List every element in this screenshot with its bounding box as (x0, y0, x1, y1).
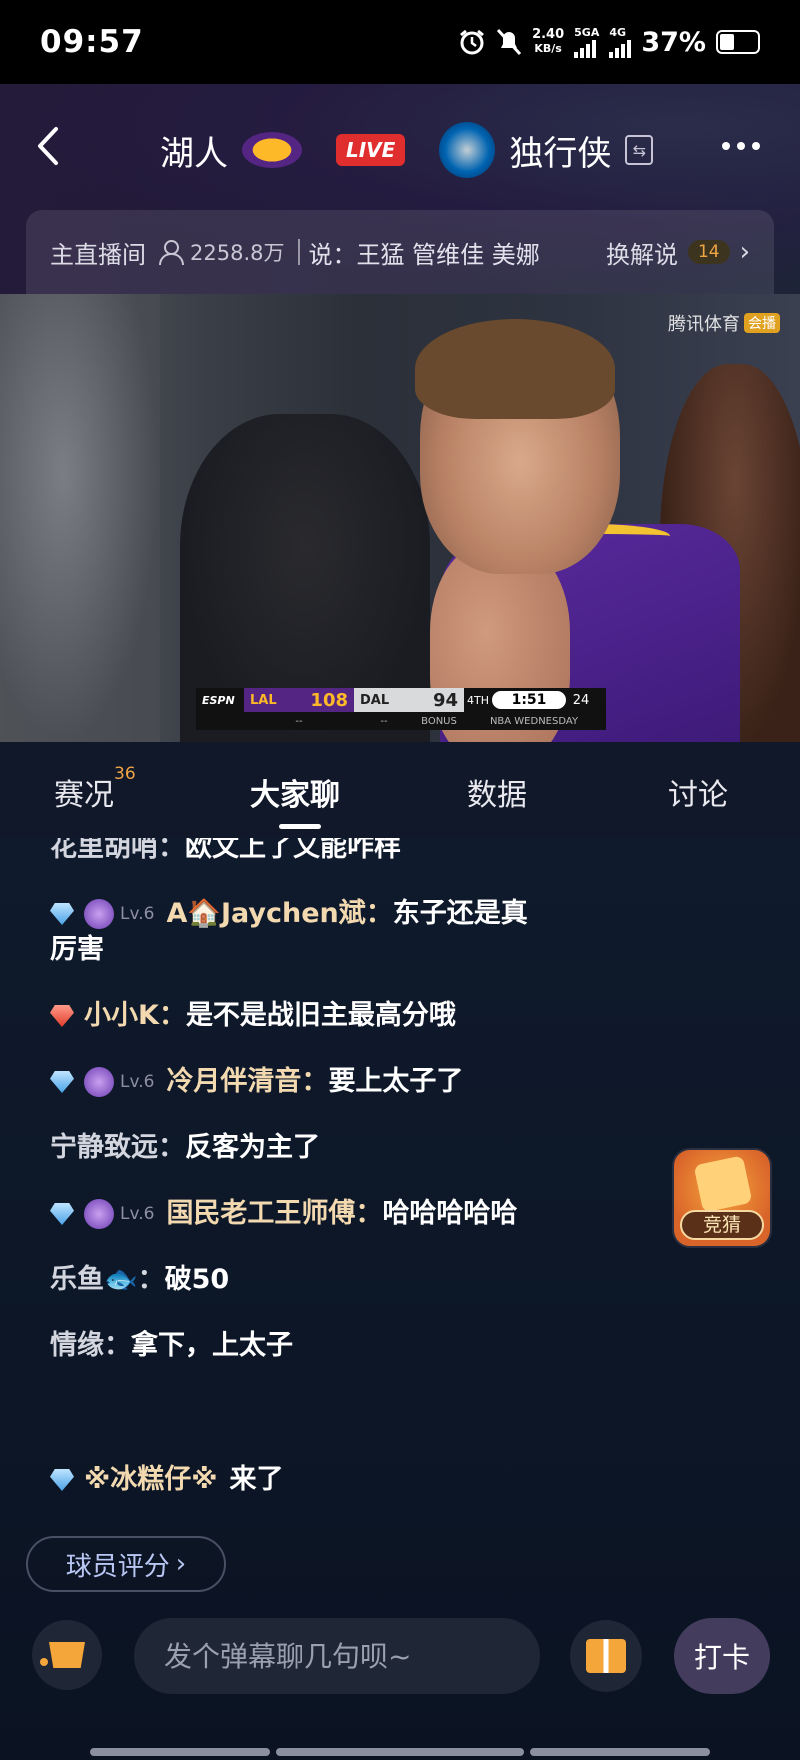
tab-stats[interactable]: 数据 (467, 770, 527, 814)
danmaku-input[interactable] (134, 1618, 540, 1694)
quarter-label: 4TH (467, 693, 489, 707)
gesture-bar (530, 1748, 710, 1756)
home-score-box: LAL 108 (244, 688, 354, 712)
gift-icon (586, 1639, 626, 1673)
guess-label: 竞猜 (680, 1210, 764, 1240)
chat-message: Lv.6 A🏠Jaychen斌： 东子还是真 (50, 896, 528, 932)
player-rating-button[interactable]: 球员评分 › (26, 1536, 226, 1592)
chat-message: 乐鱼🐟： 破50 (50, 1264, 230, 1295)
match-header: 湖人 LIVE 独行侠 ⇆ 主直播间 2258.8万 说：王猛 管维佳 美娜 换… (0, 84, 800, 294)
shot-clock: 24 (572, 692, 590, 708)
app-root: 09:57 2.40 KB/s 5GA 4G 37% 湖人 LIVE 独行侠 ⇆… (0, 0, 800, 1760)
signal-icon (609, 38, 632, 58)
mavericks-logo-icon (439, 122, 496, 178)
away-score-box: DAL 94 (354, 688, 464, 712)
status-icons: 2.40 KB/s 5GA 4G 37% (458, 27, 760, 58)
chat-message-continuation: 厉害 (50, 934, 104, 965)
user-icon (158, 240, 184, 265)
chat-message: 小小K： 是不是战旧主最高分哦 (50, 998, 456, 1034)
switch-view-icon[interactable]: ⇆ (625, 135, 654, 165)
battery-icon (716, 30, 760, 54)
chat-message: 情缘： 拿下，上太子 (50, 1330, 293, 1361)
dice-icon (693, 1155, 753, 1213)
network-label: ESPN (202, 693, 235, 707)
chat-join-notice: ※冰糕仔※ 来了 (50, 1462, 284, 1498)
battery-percent: 37% (641, 26, 706, 58)
tab-chat[interactable]: 大家聊 (250, 770, 340, 814)
gesture-bar (90, 1748, 270, 1756)
tab-discussion[interactable]: 讨论 (668, 770, 728, 814)
diamond-icon (50, 903, 74, 925)
video-background (0, 294, 160, 742)
live-badge: LIVE (336, 134, 406, 166)
chat-message: 宁静致远： 反客为主了 (50, 1132, 320, 1163)
lakers-badge-icon (84, 1067, 114, 1097)
scorebug: ESPN LAL 108 DAL 94 4TH 1:51 24 -- -- BONU… (196, 688, 606, 730)
away-team-name: 独行侠 (509, 133, 612, 174)
lakers-badge-icon (84, 1199, 114, 1229)
gesture-bar (276, 1748, 524, 1756)
away-fouls: -- (380, 715, 388, 727)
divider (298, 239, 301, 265)
tab-game-status[interactable]: 赛况 36 (54, 764, 136, 814)
chevron-right-icon: › (175, 1549, 187, 1579)
gift-button[interactable] (570, 1620, 642, 1692)
anchor-bar: 主直播间 2258.8万 说：王猛 管维佳 美娜 换解说 14 › (26, 210, 774, 294)
commentator-list: 说：王猛 管维佳 美娜 (308, 240, 540, 269)
alarm-icon (460, 29, 485, 55)
video-player[interactable]: 腾讯体育 会播 ESPN LAL 108 DAL 94 4TH 1:51 24 --… (0, 294, 800, 742)
home-fouls: -- (295, 715, 303, 727)
diamond-icon (50, 1203, 74, 1225)
chevron-right-icon: › (739, 237, 750, 267)
signal-icon (574, 38, 597, 58)
mute-bell-icon (496, 28, 522, 56)
cart-wheels (40, 1658, 70, 1666)
diamond-icon (50, 1005, 74, 1027)
lakers-logo-icon (242, 132, 302, 168)
diamond-icon (50, 1071, 74, 1093)
more-options-icon[interactable] (722, 142, 760, 150)
status-time: 09:57 (40, 24, 144, 60)
viewer-count: 2258.8万 (158, 237, 284, 267)
commentator-count-badge: 14 (687, 240, 730, 264)
lakers-badge-icon (84, 899, 114, 929)
broadcaster-watermark: 腾讯体育 会播 (668, 310, 780, 336)
sim2-signal: 4G (609, 27, 632, 58)
shop-button[interactable] (32, 1620, 102, 1690)
chat-message: Lv.6 国民老工王师傅： 哈哈哈哈哈 (50, 1196, 517, 1232)
switch-commentator-button[interactable]: 换解说 14 › (606, 235, 750, 270)
check-in-button[interactable]: 打卡 (674, 1618, 770, 1694)
level-badge: Lv.6 (120, 1072, 155, 1092)
active-tab-indicator (279, 824, 321, 829)
back-arrow-icon[interactable] (36, 126, 60, 166)
guess-button[interactable]: 竞猜 (672, 1148, 772, 1248)
status-bar: 09:57 2.40 KB/s 5GA 4G 37% (0, 0, 800, 84)
bottom-bar: 打卡 (0, 1608, 800, 1760)
net-speed: 2.40 KB/s (532, 27, 565, 56)
video-figure (415, 319, 615, 419)
bonus-label: BONUS (421, 715, 457, 727)
teams-row: 湖人 LIVE 独行侠 ⇆ (160, 122, 654, 178)
sim1-signal: 5GA (574, 27, 599, 58)
tab-count-badge: 36 (114, 764, 136, 784)
diamond-icon (50, 1469, 74, 1491)
broadcast-label: NBA WEDNESDAY (489, 715, 579, 727)
chat-message: 花里胡哨： 欧文上了又能咋样 (50, 838, 401, 863)
level-badge: Lv.6 (120, 1204, 155, 1224)
room-label: 主直播间 (50, 240, 146, 269)
tab-bar: 赛况 36 大家聊 数据 讨论 (0, 742, 800, 838)
home-team-name: 湖人 (160, 133, 228, 174)
level-badge: Lv.6 (120, 904, 155, 924)
chat-message: Lv.6 冷月伴清音： 要上太子了 (50, 1064, 463, 1100)
game-clock: 1:51 (492, 691, 566, 709)
